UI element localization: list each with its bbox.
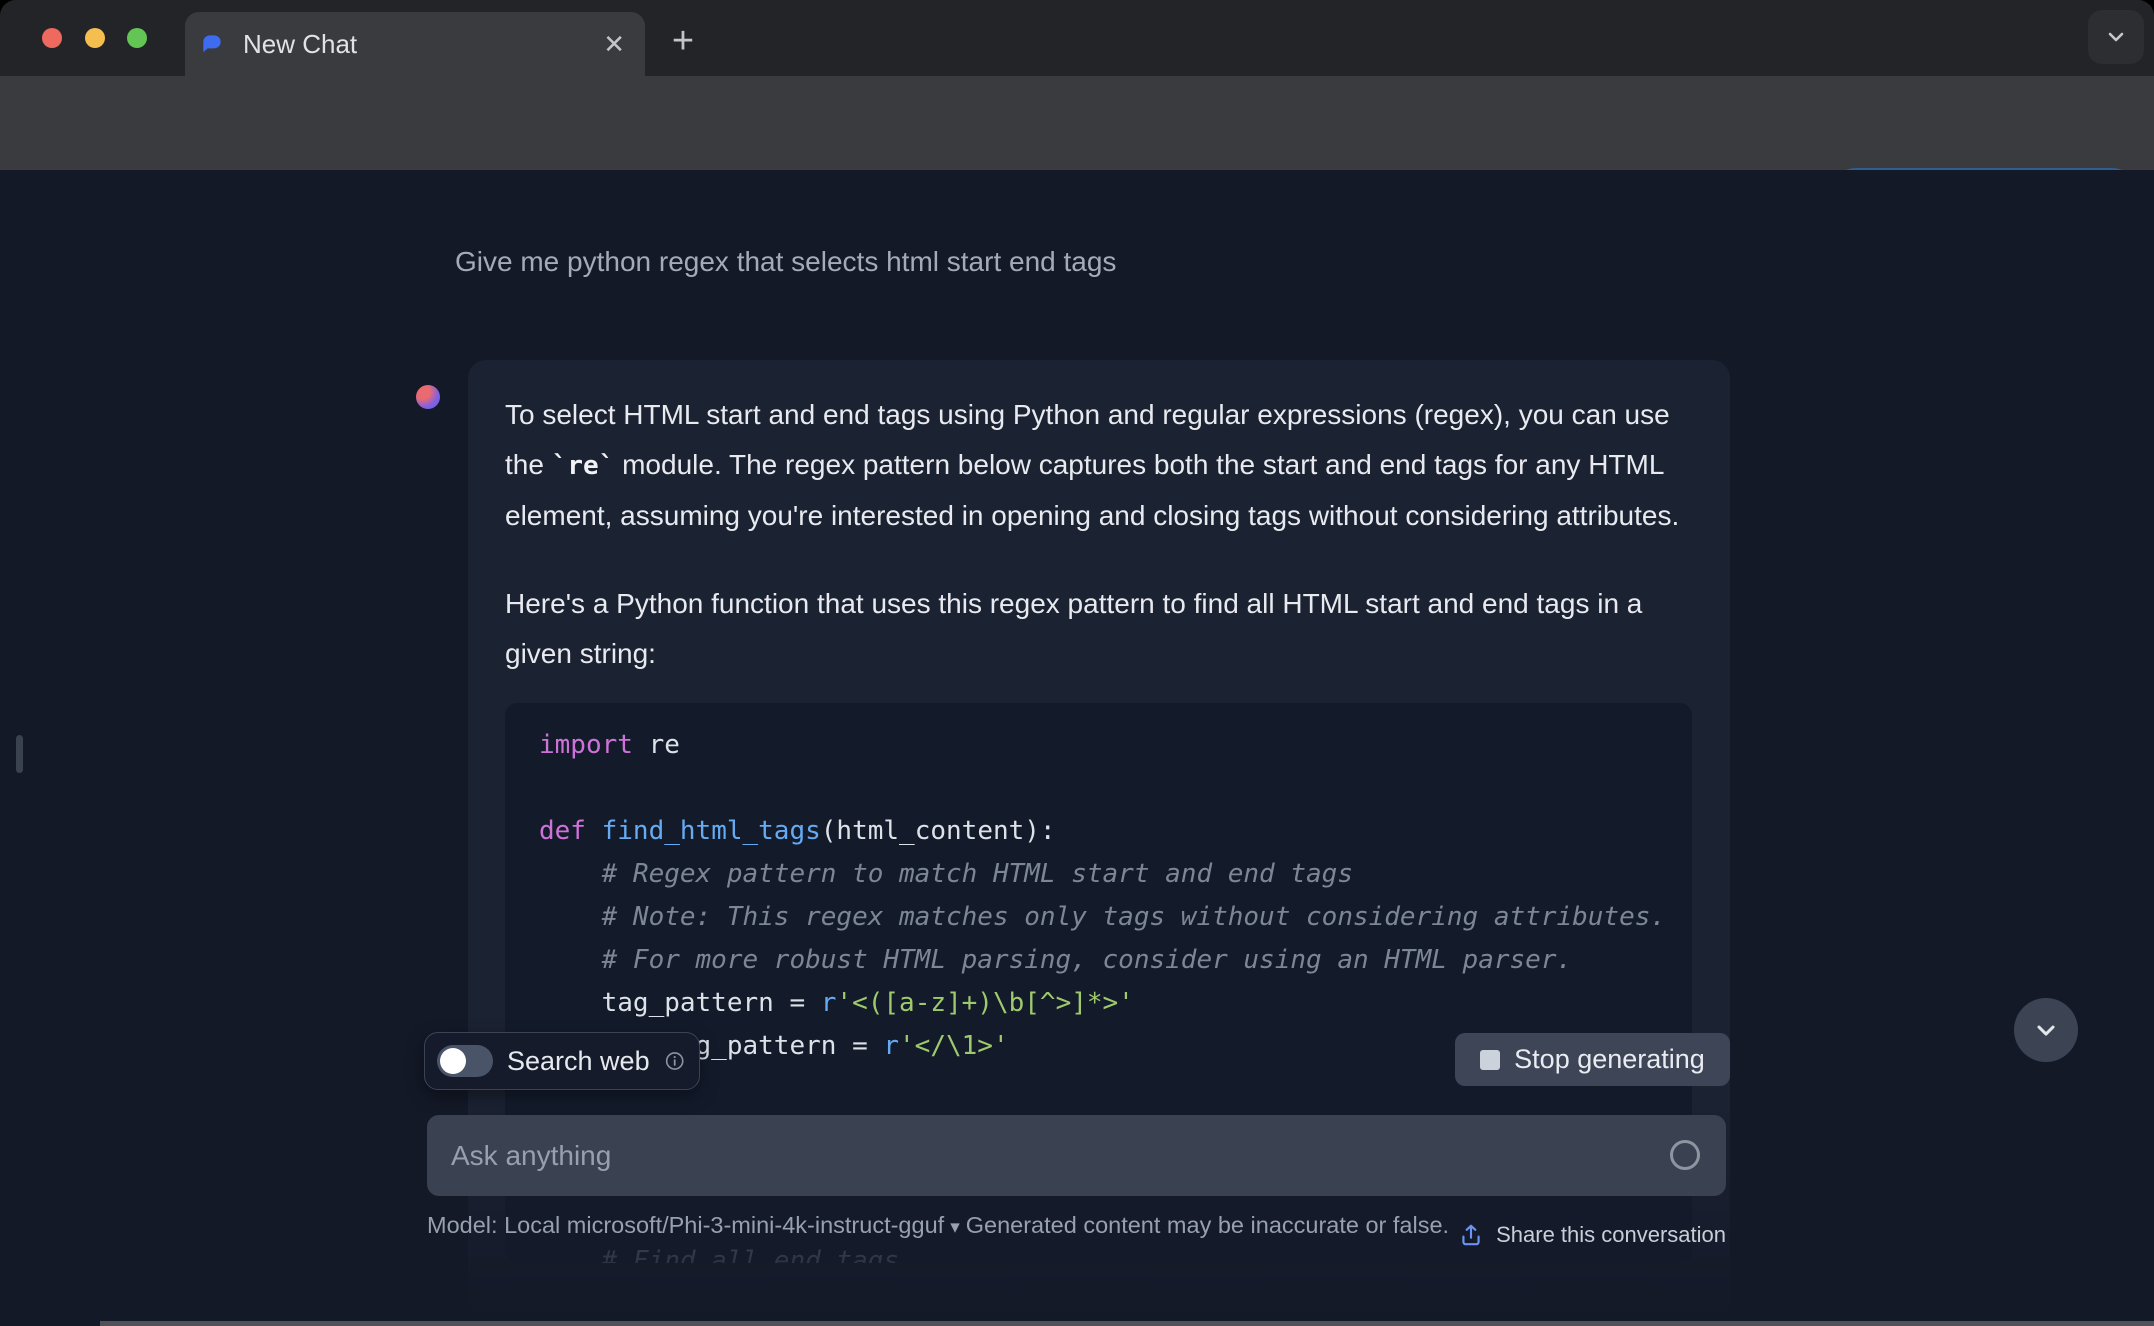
- new-tab-button[interactable]: +: [663, 21, 703, 61]
- close-window-button[interactable]: [42, 28, 62, 48]
- search-web-chip: Search web: [424, 1032, 700, 1090]
- search-web-toggle[interactable]: [437, 1045, 493, 1077]
- footer-warning-text: Generated content may be inaccurate or f…: [965, 1212, 1450, 1238]
- toggle-knob: [440, 1048, 466, 1074]
- code-comment: # For more robust HTML parsing, consider…: [539, 945, 1573, 975]
- sidebar-drag-handle[interactable]: [16, 735, 23, 773]
- scroll-to-bottom-button[interactable]: [2014, 998, 2078, 1062]
- assistant-paragraph-2: Here's a Python function that uses this …: [505, 588, 1643, 669]
- browser-toolbar: localhost:5173/conversation/665727c45da9…: [0, 76, 2154, 231]
- assistant-avatar: [416, 385, 440, 409]
- share-conversation-link[interactable]: Share this conversation: [1458, 1222, 1726, 1248]
- message-input[interactable]: [427, 1115, 1726, 1196]
- tab-strip: New Chat ✕ +: [0, 0, 2154, 76]
- code-line: tag_pattern = r'<([a-z]+)\b[^>]*>': [539, 988, 1134, 1018]
- model-caret-icon[interactable]: ▾: [950, 1217, 960, 1238]
- user-message: Give me python regex that selects html s…: [455, 246, 1117, 277]
- minimize-window-button[interactable]: [85, 28, 105, 48]
- stop-square-icon: [1480, 1049, 1501, 1070]
- code-line: import re: [539, 730, 680, 760]
- share-upload-icon: [1462, 1224, 1480, 1246]
- search-web-label: Search web: [507, 1045, 650, 1076]
- stop-generating-button[interactable]: Stop generating: [1455, 1033, 1730, 1086]
- model-footer: Model: Local microsoft/Phi-3-mini-4k-ins…: [427, 1208, 1487, 1245]
- browser-window: New Chat ✕ + Give me python regex that s…: [0, 0, 2154, 1326]
- code-comment: # Regex pattern to match HTML start and …: [539, 859, 1353, 889]
- fullscreen-window-button[interactable]: [127, 28, 147, 48]
- tab-search-chevron-button[interactable]: [2088, 10, 2144, 64]
- inline-code-re: `re`: [551, 451, 615, 481]
- assistant-paragraph-1: To select HTML start and end tags using …: [505, 399, 1680, 531]
- tab-title: New Chat: [243, 28, 358, 59]
- chat-bubble-icon: [203, 35, 221, 53]
- spinner-ring-icon: [1670, 1140, 1700, 1170]
- share-conversation-label: Share this conversation: [1496, 1222, 1726, 1247]
- code-comment: # Note: This regex matches only tags wit…: [539, 902, 1667, 932]
- close-tab-icon[interactable]: ✕: [603, 31, 625, 57]
- code-line: def find_html_tags(html_content):: [539, 816, 1056, 846]
- window-bottom-edge: [100, 1321, 2154, 1326]
- footer-model-text: Model: Local microsoft/Phi-3-mini-4k-ins…: [427, 1212, 945, 1238]
- info-icon[interactable]: [664, 1049, 685, 1073]
- chat-page: Give me python regex that selects html s…: [0, 170, 2154, 1326]
- message-input-bar: [427, 1115, 1726, 1196]
- chevron-down-icon: [2037, 1025, 2055, 1036]
- stop-generating-label: Stop generating: [1514, 1044, 1705, 1074]
- chevron-down-icon: [2108, 32, 2124, 42]
- tab-new-chat[interactable]: New Chat ✕: [185, 12, 645, 76]
